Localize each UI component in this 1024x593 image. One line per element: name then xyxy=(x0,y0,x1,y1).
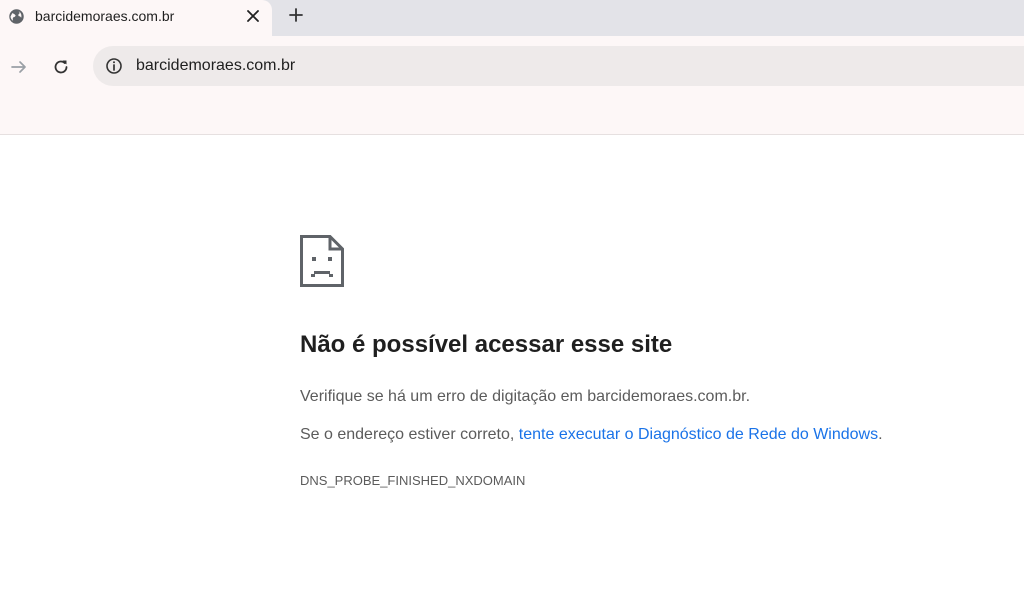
browser-chrome: barcidemoraes.com.br barcidemoraes.com.b… xyxy=(0,0,1024,135)
close-icon[interactable] xyxy=(244,7,262,25)
info-icon[interactable] xyxy=(105,57,123,75)
active-tab[interactable]: barcidemoraes.com.br xyxy=(0,0,272,38)
sad-page-icon xyxy=(300,235,344,287)
plus-icon[interactable] xyxy=(286,5,306,25)
error-code: DNS_PROBE_FINISHED_NXDOMAIN xyxy=(300,473,526,488)
tab-strip: barcidemoraes.com.br xyxy=(0,0,1024,38)
globe-icon xyxy=(9,9,24,24)
error-title: Não é possível acessar esse site xyxy=(300,331,673,358)
tab-title: barcidemoraes.com.br xyxy=(35,8,175,24)
diagnostics-suffix: . xyxy=(878,426,883,443)
forward-button[interactable] xyxy=(4,52,34,82)
toolbar: barcidemoraes.com.br xyxy=(0,38,1024,96)
diagnostics-prefix: Se o endereço estiver correto, xyxy=(300,426,519,443)
error-suggestion-diagnostics: Se o endereço estiver correto, tente exe… xyxy=(300,426,883,444)
error-suggestion-typo: Verifique se há um erro de digitação em … xyxy=(300,388,751,405)
address-url[interactable]: barcidemoraes.com.br xyxy=(136,57,295,75)
reload-button[interactable] xyxy=(46,52,76,82)
address-bar[interactable]: barcidemoraes.com.br xyxy=(93,46,1024,86)
network-diagnostics-link[interactable]: tente executar o Diagnóstico de Rede do … xyxy=(519,426,878,443)
reload-icon xyxy=(54,60,68,74)
arrow-right-icon xyxy=(11,61,26,73)
